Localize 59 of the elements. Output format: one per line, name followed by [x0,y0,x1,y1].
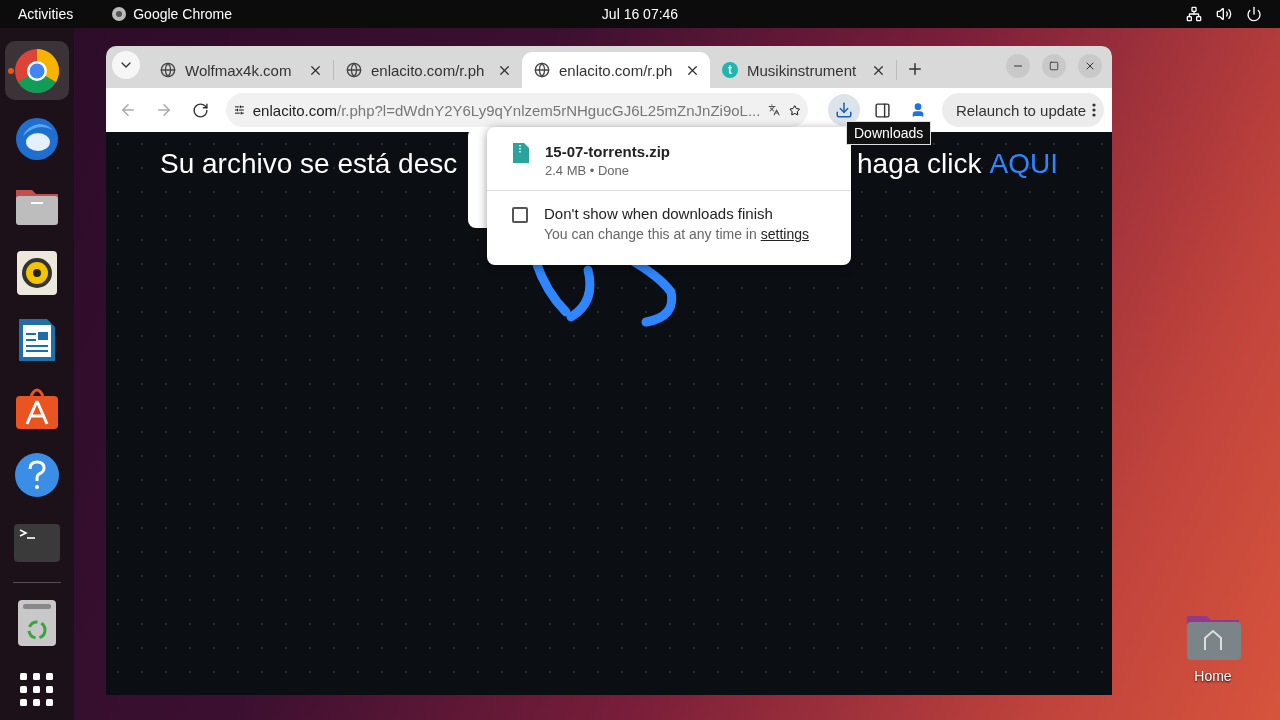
tab-title: Musikinstrument [747,61,858,79]
person-icon [910,102,926,118]
hint-text: You can change this at any time in [544,226,757,242]
tab[interactable]: t Musikinstrument [710,52,896,88]
tab[interactable]: Wolfmax4k.com [148,52,333,88]
running-dot [8,68,14,74]
desktop-icon-label[interactable]: Home [1194,668,1232,684]
forward-arrow-icon [155,101,173,119]
close-window-button[interactable] [1078,54,1102,78]
checkbox-label[interactable]: Don't show when downloads finish [544,205,809,222]
checkbox[interactable] [512,207,528,223]
activities-button[interactable]: Activities [18,6,74,22]
aqui-link[interactable]: AQUI [989,148,1058,180]
close-icon [1084,60,1096,72]
site-favicon: t [722,62,738,78]
file-status: 2.4 MB • Done [545,163,631,178]
url-path: /r.php?l=dWdnY2Y6Ly9qYnlzem5rNHgucGJ6L25mZnJnZi9oL... [337,101,761,119]
tab[interactable]: enlacito.com/r.ph [334,52,522,88]
tooltip: Downloads [846,121,932,145]
tab-title: Wolfmax4k.com [185,61,293,79]
volume-icon[interactable] [1216,6,1232,22]
tab-search-button[interactable] [112,51,140,79]
network-icon[interactable] [1186,6,1202,22]
translate-icon[interactable] [768,101,781,119]
site-info-icon[interactable] [234,102,245,118]
terminal-icon[interactable] [14,523,60,562]
settings-link[interactable]: settings [760,226,809,242]
document-icon[interactable] [17,317,57,364]
plus-icon [906,60,924,78]
reload-icon [191,101,209,119]
globe-icon [346,62,362,78]
maximize-icon [1049,61,1059,71]
zip-file-icon [513,143,529,163]
trash-icon[interactable] [18,599,56,646]
clock[interactable]: Jul 16 07:46 [601,6,679,22]
active-tab[interactable]: enlacito.com/r.ph [522,52,710,88]
tab-title: enlacito.com/r.ph [371,61,486,79]
help-icon[interactable] [14,452,60,499]
relaunch-button[interactable]: Relaunch to update [941,93,1104,127]
chrome-icon[interactable] [13,46,61,95]
power-icon[interactable] [1246,6,1262,22]
minimize-button[interactable] [1006,54,1030,78]
globe-icon [160,62,176,78]
maximize-button[interactable] [1042,54,1066,78]
heading-text: Su archivo se está desc [160,148,458,180]
address-bar[interactable]: enlacito.com/r.php?l=dWdnY2Y6Ly9qYnlzem5rNHgucGJ6L25mZnJnZi9oL... [226,93,808,127]
speaker-icon[interactable] [17,250,57,295]
side-panel-icon [873,101,891,119]
url-host: enlacito.com [252,101,337,119]
globe-icon [534,62,550,78]
file-name[interactable]: 15-07-torrents.zip [545,143,671,160]
tab-title: enlacito.com/r.ph [559,61,674,79]
menu-icon [1092,103,1096,117]
dock-item[interactable] [5,41,69,101]
heading-text: haga click [857,148,982,180]
app-grid-icon[interactable] [20,673,54,708]
download-icon [835,101,853,119]
downloads-button[interactable] [828,94,860,126]
app-menu[interactable]: Google Chrome [133,6,233,22]
